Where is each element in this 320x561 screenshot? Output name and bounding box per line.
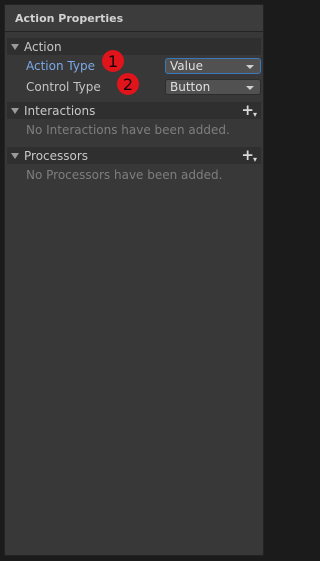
add-interaction-icon[interactable]: +▾ — [241, 103, 257, 120]
annotation-badge-2: 2 — [117, 73, 139, 95]
interactions-empty-message: No Interactions have been added. — [26, 122, 230, 137]
control-type-label: Control Type — [26, 79, 101, 94]
processors-empty-row: No Processors have been added. — [5, 164, 263, 185]
foldout-triangle-icon[interactable] — [11, 107, 19, 114]
section-title-interactions: Interactions — [24, 103, 96, 118]
section-header-action[interactable]: Action — [7, 38, 261, 55]
control-type-dropdown[interactable]: Button — [165, 78, 261, 95]
annotation-badge-1: 1 — [102, 50, 124, 72]
section-title-processors: Processors — [24, 148, 89, 163]
foldout-triangle-icon[interactable] — [11, 43, 19, 50]
control-type-value: Button — [170, 79, 211, 94]
foldout-triangle-icon[interactable] — [11, 152, 19, 159]
action-type-value: Value — [170, 58, 203, 73]
section-header-processors[interactable]: Processors +▾ — [7, 147, 261, 164]
action-type-dropdown[interactable]: Value — [165, 57, 261, 74]
add-processor-icon[interactable]: +▾ — [241, 148, 257, 165]
action-type-label: Action Type — [26, 58, 95, 73]
dropdown-caret-icon — [246, 64, 254, 69]
dropdown-caret-icon — [246, 85, 254, 90]
section-header-interactions[interactable]: Interactions +▾ — [7, 102, 261, 119]
interactions-empty-row: No Interactions have been added. — [5, 119, 263, 140]
processors-empty-message: No Processors have been added. — [26, 167, 223, 182]
action-type-row: Action Type Value — [5, 55, 263, 76]
panel-title: Action Properties — [5, 5, 263, 32]
section-title-action: Action — [24, 39, 62, 54]
